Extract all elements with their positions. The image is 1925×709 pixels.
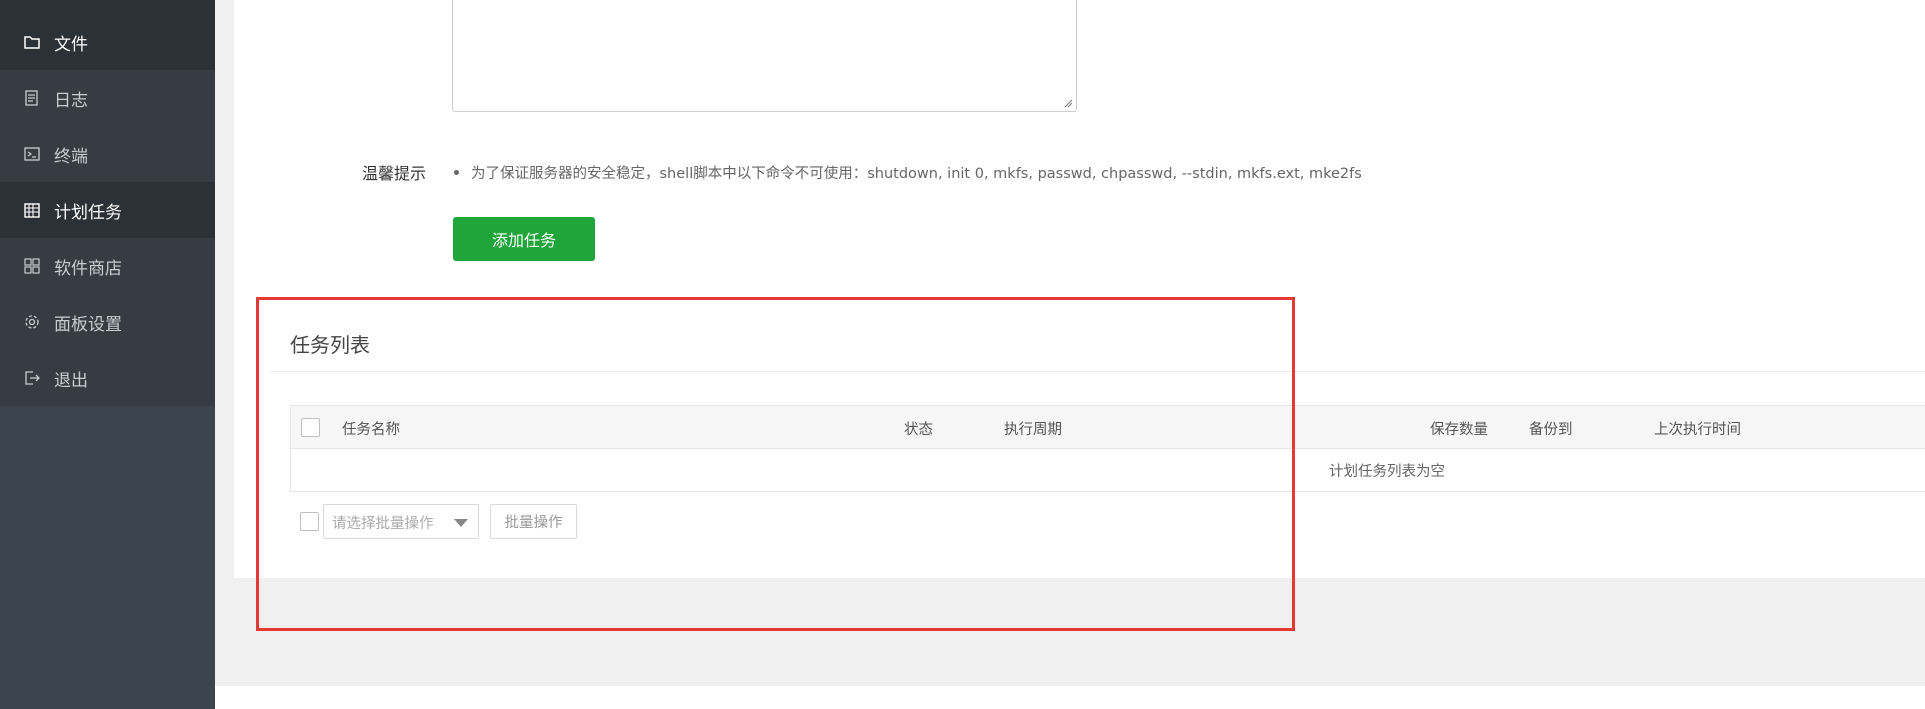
sidebar-item-files[interactable]: 文件: [0, 14, 215, 70]
script-textarea[interactable]: [452, 0, 1077, 112]
sidebar-item-label: 退出: [54, 370, 88, 391]
empty-message: 计划任务列表为空: [1329, 464, 1445, 480]
column-header[interactable]: 上次执行时间: [1654, 418, 1741, 439]
log-icon: [22, 88, 42, 108]
resize-handle-icon[interactable]: [1064, 99, 1073, 108]
gear-icon: [22, 312, 42, 332]
folder-icon: [22, 32, 42, 52]
column-header[interactable]: 保存数量: [1430, 418, 1488, 439]
sidebar-item-label: 软件商店: [54, 258, 122, 279]
calendar-icon: [22, 200, 42, 220]
sidebar-item-label: 计划任务: [54, 202, 122, 223]
logout-icon: [22, 368, 42, 388]
column-header[interactable]: 备份到: [1529, 418, 1573, 439]
sidebar-item-label: 终端: [54, 146, 88, 167]
sidebar-nav: 文件 日志 终端 计划任务 软件商店 面板设置 退出: [0, 14, 215, 406]
highlight-annotation: [256, 297, 1295, 631]
sidebar-item-settings[interactable]: 面板设置: [0, 294, 215, 350]
footer-strip: [215, 686, 1925, 709]
sidebar: 文件 日志 终端 计划任务 软件商店 面板设置 退出: [0, 0, 215, 709]
grid-icon: [22, 256, 42, 276]
bullet-icon: [454, 170, 459, 175]
sidebar-item-label: 日志: [54, 90, 88, 111]
sidebar-item-label: 文件: [54, 34, 88, 55]
sidebar-item-logout[interactable]: 退出: [0, 350, 215, 406]
tip-text-content: 为了保证服务器的安全稳定，shell脚本中以下命令不可使用：shutdown, …: [471, 166, 1362, 182]
tip-text: 为了保证服务器的安全稳定，shell脚本中以下命令不可使用：shutdown, …: [452, 162, 1362, 183]
tip-label: 温馨提示: [362, 164, 427, 183]
sidebar-top-strip: [0, 0, 215, 14]
sidebar-item-logs[interactable]: 日志: [0, 70, 215, 126]
sidebar-item-terminal[interactable]: 终端: [0, 126, 215, 182]
add-task-button[interactable]: 添加任务: [453, 217, 595, 261]
sidebar-item-store[interactable]: 软件商店: [0, 238, 215, 294]
sidebar-item-label: 面板设置: [54, 314, 122, 335]
terminal-icon: [22, 144, 42, 164]
sidebar-item-cron[interactable]: 计划任务: [0, 182, 215, 238]
